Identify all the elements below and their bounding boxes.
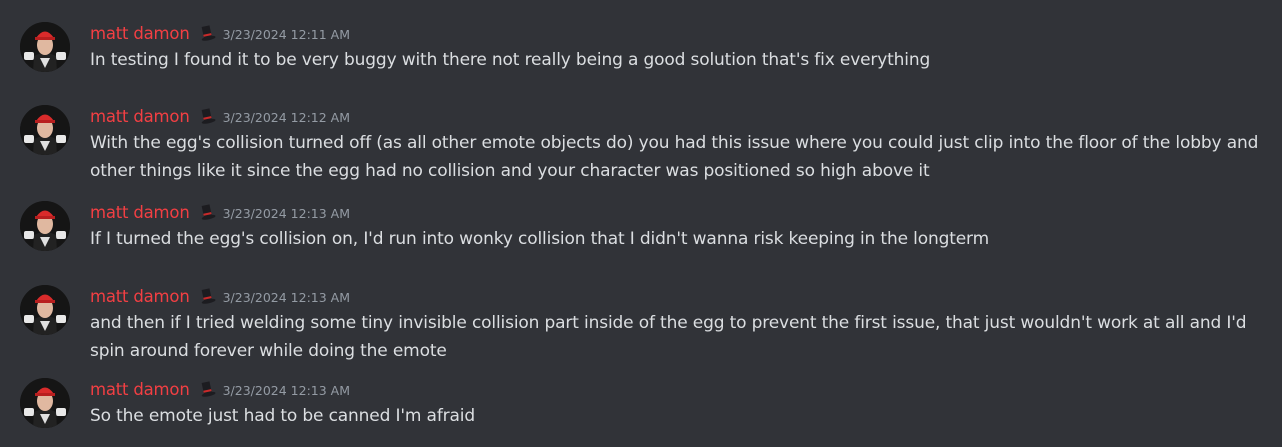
username[interactable]: matt damon (90, 287, 190, 306)
timestamp[interactable]: 3/23/2024 12:13 AM (223, 290, 350, 305)
timestamp[interactable]: 3/23/2024 12:13 AM (223, 383, 350, 398)
username[interactable]: matt damon (90, 24, 190, 43)
top-hat-icon (198, 287, 216, 305)
avatar[interactable] (20, 201, 70, 251)
top-hat-icon (198, 107, 216, 125)
timestamp[interactable]: 3/23/2024 12:11 AM (223, 27, 350, 42)
message-content: If I turned the egg's collision on, I'd … (90, 229, 990, 249)
avatar[interactable] (20, 285, 70, 335)
username[interactable]: matt damon (90, 380, 190, 399)
message-header: matt damon 3/23/2024 12:13 AM (90, 285, 350, 307)
top-hat-icon (198, 203, 216, 221)
message-header: matt damon 3/23/2024 12:13 AM (90, 378, 350, 400)
message-content: With the egg's collision turned off (as … (90, 133, 1259, 181)
message-header: matt damon 3/23/2024 12:11 AM (90, 22, 350, 44)
top-hat-icon (198, 24, 216, 42)
avatar[interactable] (20, 378, 70, 428)
top-hat-icon (198, 380, 216, 398)
timestamp[interactable]: 3/23/2024 12:12 AM (223, 110, 350, 125)
message-content: In testing I found it to be very buggy w… (90, 50, 931, 70)
timestamp[interactable]: 3/23/2024 12:13 AM (223, 206, 350, 221)
username[interactable]: matt damon (90, 107, 190, 126)
message-content: and then if I tried welding some tiny in… (90, 313, 1247, 361)
avatar[interactable] (20, 105, 70, 155)
message-header: matt damon 3/23/2024 12:13 AM (90, 201, 350, 223)
username[interactable]: matt damon (90, 203, 190, 222)
avatar[interactable] (20, 22, 70, 72)
message-content: So the emote just had to be canned I'm a… (90, 406, 475, 426)
message-header: matt damon 3/23/2024 12:12 AM (90, 105, 350, 127)
